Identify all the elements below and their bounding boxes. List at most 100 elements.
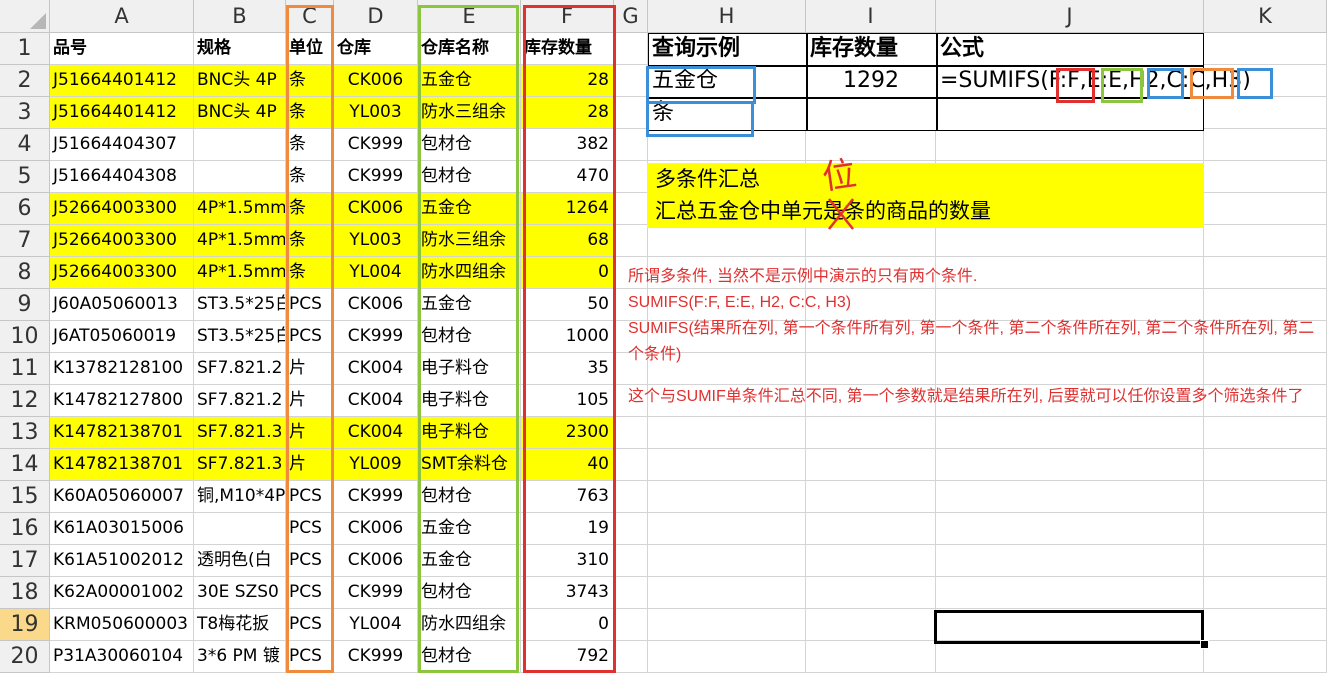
row-header-10[interactable]: 10: [0, 321, 50, 353]
cell-e9[interactable]: 五金仓: [418, 289, 521, 321]
cell-k13[interactable]: [1204, 417, 1327, 449]
header-cell-d[interactable]: 仓库: [334, 33, 418, 65]
cell-e13[interactable]: 电子料仓: [418, 417, 521, 449]
cell-a7[interactable]: J52664003300: [50, 225, 194, 257]
cell-f6[interactable]: 1264: [521, 193, 614, 225]
cell-a11[interactable]: K13782128100: [50, 353, 194, 385]
cell-b9[interactable]: ST3.5*25白: [194, 289, 286, 321]
cell-b15[interactable]: 铜,M10*4P: [194, 481, 286, 513]
cell-e14[interactable]: SMT余料仓: [418, 449, 521, 481]
header-cell-b[interactable]: 规格: [194, 33, 286, 65]
cell-k1[interactable]: [1204, 33, 1327, 65]
row-header-14[interactable]: 14: [0, 449, 50, 481]
cell-k6[interactable]: [1204, 193, 1327, 225]
cell-c14[interactable]: 片: [286, 449, 334, 481]
cell-i13[interactable]: [806, 417, 936, 449]
cell-c5[interactable]: 条: [286, 161, 334, 193]
cell-d15[interactable]: CK999: [334, 481, 418, 513]
cell-d13[interactable]: CK004: [334, 417, 418, 449]
cell-c18[interactable]: PCS: [286, 577, 334, 609]
cell-d12[interactable]: CK004: [334, 385, 418, 417]
cell-h15[interactable]: [648, 481, 806, 513]
cell-c12[interactable]: 片: [286, 385, 334, 417]
cell-b7[interactable]: 4P*1.5mm: [194, 225, 286, 257]
cell-h17[interactable]: [648, 545, 806, 577]
cell-f13[interactable]: 2300: [521, 417, 614, 449]
row-header-3[interactable]: 3: [0, 97, 50, 129]
cell-d17[interactable]: CK006: [334, 545, 418, 577]
cell-i14[interactable]: [806, 449, 936, 481]
cell-d19[interactable]: YL004: [334, 609, 418, 641]
cell-j18[interactable]: [936, 577, 1204, 609]
cell-f15[interactable]: 763: [521, 481, 614, 513]
cell-a4[interactable]: J51664404307: [50, 129, 194, 161]
cell-d2[interactable]: CK006: [334, 65, 418, 97]
cell-a18[interactable]: K62A00001002: [50, 577, 194, 609]
cell-c10[interactable]: PCS: [286, 321, 334, 353]
cell-c7[interactable]: 条: [286, 225, 334, 257]
header-cell-c[interactable]: 单位: [286, 33, 334, 65]
cell-c4[interactable]: 条: [286, 129, 334, 161]
cell-e8[interactable]: 防水四组余: [418, 257, 521, 289]
cell-a10[interactable]: J6AT05060019: [50, 321, 194, 353]
cell-e10[interactable]: 包材仓: [418, 321, 521, 353]
cell-f19[interactable]: 0: [521, 609, 614, 641]
cell-h19[interactable]: [648, 609, 806, 641]
cell-e2[interactable]: 五金仓: [418, 65, 521, 97]
column-header-e[interactable]: E: [418, 0, 521, 33]
cell-b16[interactable]: [194, 513, 286, 545]
cell-h13[interactable]: [648, 417, 806, 449]
cell-f5[interactable]: 470: [521, 161, 614, 193]
cell-g16[interactable]: [614, 513, 648, 545]
cell-j17[interactable]: [936, 545, 1204, 577]
column-header-k[interactable]: K: [1204, 0, 1327, 33]
cell-b20[interactable]: 3*6 PM 镀: [194, 641, 286, 673]
row-header-4[interactable]: 4: [0, 129, 50, 161]
column-header-g[interactable]: G: [614, 0, 648, 33]
cell-k4[interactable]: [1204, 129, 1327, 161]
cell-d16[interactable]: CK006: [334, 513, 418, 545]
cell-c6[interactable]: 条: [286, 193, 334, 225]
cell-d7[interactable]: YL003: [334, 225, 418, 257]
cell-j4[interactable]: [936, 129, 1204, 161]
cell-g5[interactable]: [614, 161, 648, 193]
column-header-j[interactable]: J: [936, 0, 1204, 33]
header-cell-a[interactable]: 品号: [50, 33, 194, 65]
cell-b17[interactable]: 透明色(白: [194, 545, 286, 577]
cell-c16[interactable]: PCS: [286, 513, 334, 545]
cell-b11[interactable]: SF7.821.2: [194, 353, 286, 385]
cell-f14[interactable]: 40: [521, 449, 614, 481]
fill-handle[interactable]: [1200, 640, 1209, 649]
cell-e11[interactable]: 电子料仓: [418, 353, 521, 385]
cell-g4[interactable]: [614, 129, 648, 161]
column-header-i[interactable]: I: [806, 0, 936, 33]
cell-c20[interactable]: PCS: [286, 641, 334, 673]
cell-i19[interactable]: [806, 609, 936, 641]
cell-a17[interactable]: K61A51002012: [50, 545, 194, 577]
cell-a9[interactable]: J60A05060013: [50, 289, 194, 321]
row-header-7[interactable]: 7: [0, 225, 50, 257]
cell-k19[interactable]: [1204, 609, 1327, 641]
cell-g6[interactable]: [614, 193, 648, 225]
cell-g19[interactable]: [614, 609, 648, 641]
row-header-13[interactable]: 13: [0, 417, 50, 449]
query-header-h[interactable]: 查询示例: [648, 33, 806, 65]
cell-j20[interactable]: [936, 641, 1204, 673]
row-header-2[interactable]: 2: [0, 65, 50, 97]
column-header-b[interactable]: B: [194, 0, 286, 33]
column-header-f[interactable]: F: [521, 0, 614, 33]
cell-i15[interactable]: [806, 481, 936, 513]
cell-g1[interactable]: [614, 33, 648, 65]
cell-j15[interactable]: [936, 481, 1204, 513]
cell-f10[interactable]: 1000: [521, 321, 614, 353]
cell-e15[interactable]: 包材仓: [418, 481, 521, 513]
cell-b5[interactable]: [194, 161, 286, 193]
cell-f16[interactable]: 19: [521, 513, 614, 545]
cell-a16[interactable]: K61A03015006: [50, 513, 194, 545]
cell-b2[interactable]: BNC头 4P: [194, 65, 286, 97]
cell-j19[interactable]: [936, 609, 1204, 641]
cell-g2[interactable]: [614, 65, 648, 97]
cell-f4[interactable]: 382: [521, 129, 614, 161]
cell-e3[interactable]: 防水三组余: [418, 97, 521, 129]
cell-a6[interactable]: J52664003300: [50, 193, 194, 225]
